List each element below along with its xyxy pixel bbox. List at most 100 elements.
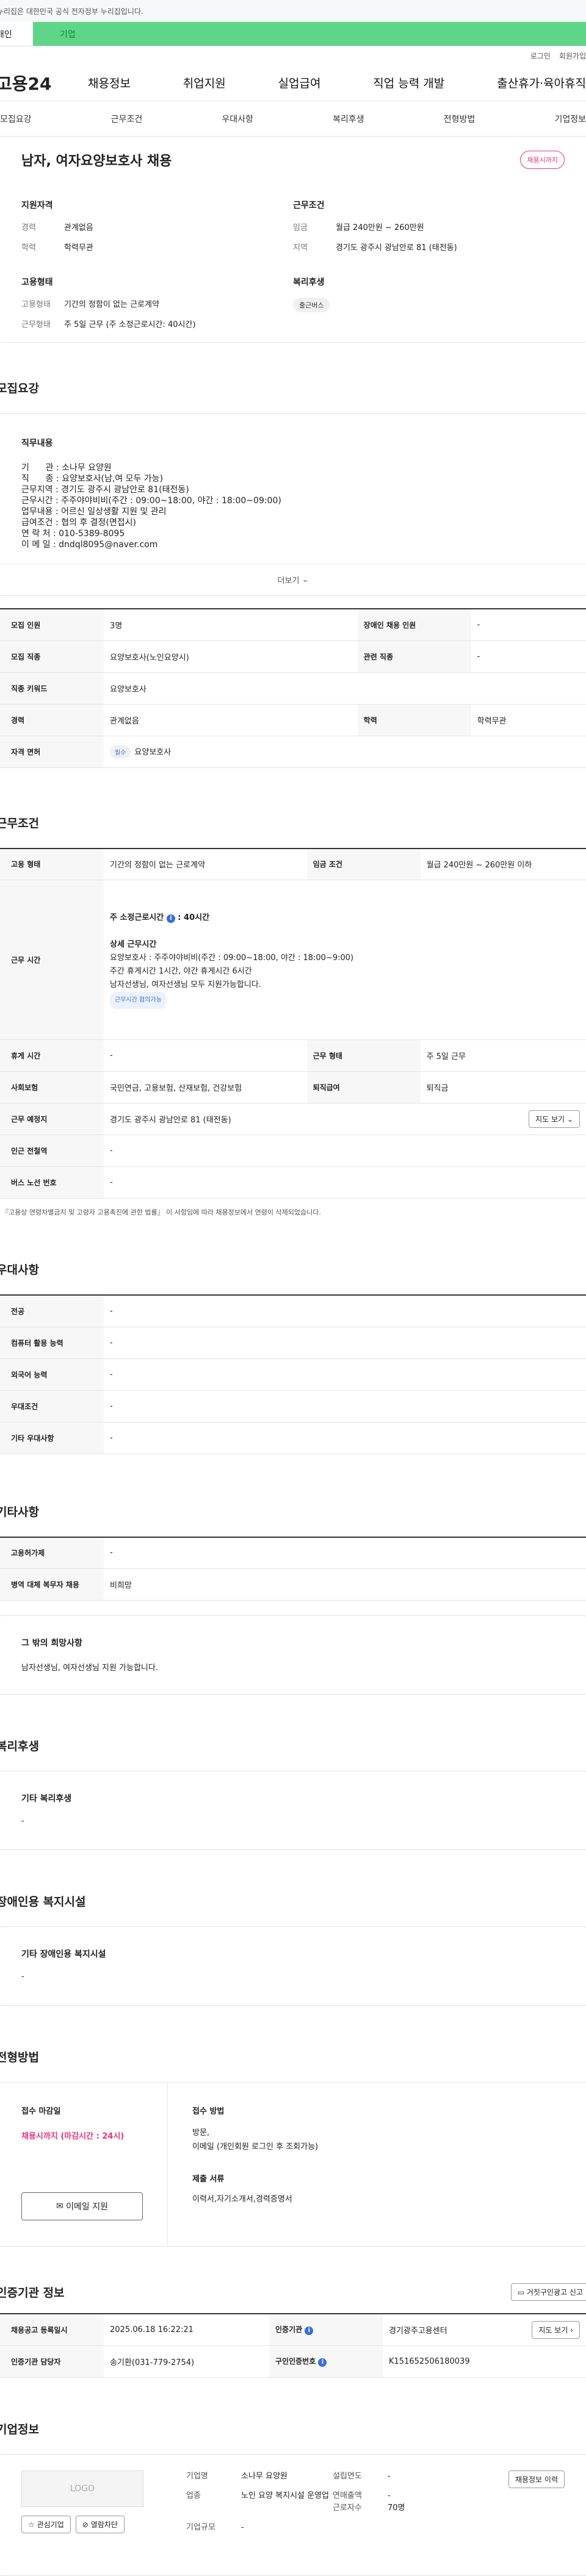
deadline-value: 채용시까지 (마감시간 : 24시) bbox=[21, 2132, 125, 2141]
cell-key: 인증기관 담당자 bbox=[0, 2345, 104, 2378]
box-title: 기타 장애인용 복지시설 bbox=[21, 1950, 106, 1959]
preference-table: 전공 - 컴퓨터 활용 능력 - 외국어 능력 - 우대조건 - 기타 우대사항 - bbox=[0, 1294, 586, 1454]
cell-key: 전공 bbox=[0, 1295, 104, 1327]
report-button[interactable]: ▭ 거짓구인광고 신고 bbox=[510, 2283, 586, 2301]
cell-key: 버스 노선 번호 bbox=[0, 1166, 104, 1199]
box-title: 기타 복리후생 bbox=[21, 1794, 72, 1804]
company-value: - bbox=[241, 2522, 244, 2532]
gnb-training[interactable]: 직업 능력 개발 bbox=[373, 74, 444, 91]
subnav-conditions[interactable]: 근무조건 bbox=[111, 113, 143, 125]
cell-value: 3명 bbox=[104, 609, 358, 641]
map-button-label: 지도 보기 bbox=[535, 1115, 565, 1124]
company-key: 업종 bbox=[186, 2491, 201, 2500]
more-button[interactable]: 더보기 ⌄ bbox=[0, 564, 586, 595]
subnav-preference[interactable]: 우대사항 bbox=[222, 113, 253, 125]
job-detail-box: 직무내용 기 관 : 소나무 요양원 직 종 : 요양보호사(남,여 모두 가능… bbox=[0, 413, 586, 596]
email-apply-label: 이메일 지원 bbox=[66, 2202, 109, 2212]
deadline-title: 접수 마감일 bbox=[21, 2107, 61, 2116]
cell-key: 사회보험 bbox=[0, 1071, 104, 1103]
tab-business[interactable]: 기업 bbox=[33, 22, 586, 46]
info-icon[interactable]: i bbox=[166, 914, 175, 923]
kv-value: 관계없음 bbox=[64, 223, 93, 232]
company-box: LOGO ☆ 관심기업 ⊘ 열람차단 기업명 소나무 요양원 설립연도 - 업종 노인 … bbox=[0, 2453, 586, 2576]
kv-value: 경기도 광주시 광남안로 81 (태전동) bbox=[336, 243, 457, 253]
block-view-button[interactable]: ⊘ 열람차단 bbox=[75, 2515, 125, 2533]
info-icon[interactable]: i bbox=[305, 2327, 314, 2336]
welfare-title: 복리후생 bbox=[293, 278, 325, 287]
section-welfare: 복리후생 bbox=[0, 1740, 39, 1753]
company-value: 70명 bbox=[388, 2503, 405, 2513]
cell-key: 경력 bbox=[0, 704, 104, 736]
job-summary-card: 남자, 여자요양보호사 채용 채용시까지 지원자격 경력 관계없음 학력 학력무관 근… bbox=[0, 135, 586, 343]
section-recruit: 모집요강 bbox=[0, 382, 39, 395]
other-hope-box: 그 밖의 희망사항 남자선생님, 여자선생님 지원 가능합니다. bbox=[0, 1615, 586, 1695]
cell-key: 근무 시간 bbox=[0, 880, 104, 1040]
login-link[interactable]: 로그인 bbox=[530, 51, 551, 61]
gnb-job-info[interactable]: 채용정보 bbox=[88, 74, 131, 91]
deadline-badge: 채용시까지 bbox=[520, 151, 565, 169]
cert-map-button[interactable]: 지도 보기 › bbox=[532, 2320, 580, 2339]
kv-key: 경력 bbox=[21, 223, 36, 232]
method-title: 접수 방법 bbox=[192, 2107, 225, 2116]
kv-key: 임금 bbox=[293, 223, 308, 232]
cell-value: - bbox=[104, 1327, 586, 1359]
company-key bbox=[186, 2502, 241, 2514]
email-apply-button[interactable]: ✉ 이메일 지원 bbox=[21, 2192, 143, 2220]
qual-title: 지원자격 bbox=[21, 201, 53, 210]
hours-value: 40시간 bbox=[184, 913, 210, 922]
emp-title: 고용형태 bbox=[21, 278, 53, 287]
cell-value: - bbox=[104, 1390, 586, 1423]
cell-key: 우대조건 bbox=[0, 1390, 104, 1423]
cell-value: 요양보호사 bbox=[104, 672, 586, 705]
join-link[interactable]: 회원가입 bbox=[559, 51, 586, 61]
hours-detail-line: 주간 휴게시간 1시간, 야간 휴게시간 6시간 bbox=[110, 966, 252, 976]
info-icon[interactable]: i bbox=[318, 2358, 327, 2367]
gov-banner: 이 누리집은 대한민국 공식 전자정부 누리집입니다. bbox=[0, 0, 586, 22]
cell-value: 요양보호사 bbox=[134, 747, 172, 757]
favorite-company-button[interactable]: ☆ 관심기업 bbox=[21, 2515, 71, 2533]
company-value: 노인 요양 복지시설 운영업 bbox=[241, 2491, 329, 2500]
subnav-company[interactable]: 기업정보 bbox=[554, 113, 586, 125]
welfare-box: 기타 복리후생 - bbox=[0, 1771, 586, 1850]
history-button[interactable]: 채용정보 이력 bbox=[508, 2470, 565, 2488]
cell-value: 월급 240만원 ~ 260만원 이하 bbox=[420, 848, 586, 880]
cert-table: 채용공고 등록일시 2025.06.18 16:22:21 인증기관 i 경기광주고용… bbox=[0, 2313, 586, 2378]
cell-value: 학력무관 bbox=[471, 704, 586, 736]
cell-value: - bbox=[104, 1358, 586, 1391]
company-key: 근로자수 bbox=[333, 2503, 362, 2513]
cell-key: 장애인 채용 인원 bbox=[357, 609, 471, 641]
subnav-apply[interactable]: 전형방법 bbox=[444, 113, 476, 125]
cond-title: 근무조건 bbox=[293, 201, 325, 210]
cell-value: - bbox=[104, 1135, 586, 1167]
subnav-welfare[interactable]: 복리후생 bbox=[333, 113, 364, 125]
site-logo[interactable]: 고용24 bbox=[0, 71, 88, 95]
gnb-employment-support[interactable]: 취업지원 bbox=[183, 74, 226, 91]
cell-value: 경기광주고용센터 bbox=[389, 2326, 447, 2336]
cell-value: K151652506180039 bbox=[383, 2345, 586, 2378]
company-key: 설립연도 bbox=[333, 2471, 362, 2481]
cell-value: - bbox=[104, 1422, 586, 1454]
tab-personal[interactable]: 개인 bbox=[0, 22, 33, 46]
subnav-recruit[interactable]: 모집요강 bbox=[0, 113, 32, 125]
map-button[interactable]: 지도 보기 ⌄ bbox=[529, 1110, 580, 1128]
conditions-table: 고용 형태 기간의 정함이 없는 근로계약 임금 조건 월급 240만원 ~ 260만… bbox=[0, 847, 586, 1199]
cell-value: 요양보호사(노인요양시) bbox=[104, 640, 358, 673]
more-label: 더보기 bbox=[277, 576, 300, 586]
box-value: - bbox=[21, 1817, 24, 1826]
section-disabled: 장애인용 복지시설 bbox=[0, 1895, 86, 1909]
cert-map-label: 지도 보기 bbox=[538, 2325, 568, 2334]
cell-key: 근무 형태 bbox=[306, 1039, 421, 1072]
gnb-unemployment[interactable]: 실업급여 bbox=[278, 74, 321, 91]
company-logo-placeholder: LOGO bbox=[21, 2470, 143, 2507]
cell-key: 구인인증번호 bbox=[275, 2357, 316, 2366]
box-value: - bbox=[21, 1972, 24, 1981]
gnb-parental-leave[interactable]: 출산휴가·육아휴직 bbox=[497, 74, 586, 91]
cell-value: - bbox=[471, 609, 586, 641]
company-value: 소나무 요양원 bbox=[241, 2471, 288, 2481]
company-key: 기업명 bbox=[186, 2471, 208, 2481]
apply-box: 접수 마감일 채용시까지 (마감시간 : 24시) ✉ 이메일 지원 접수 방법… bbox=[0, 2082, 586, 2247]
cell-key: 자격 면허 bbox=[0, 736, 104, 768]
cell-value: 송기환(031-779-2754) bbox=[104, 2345, 269, 2378]
cell-value: - bbox=[471, 640, 586, 673]
kv-key: 고용형태 bbox=[21, 300, 51, 309]
